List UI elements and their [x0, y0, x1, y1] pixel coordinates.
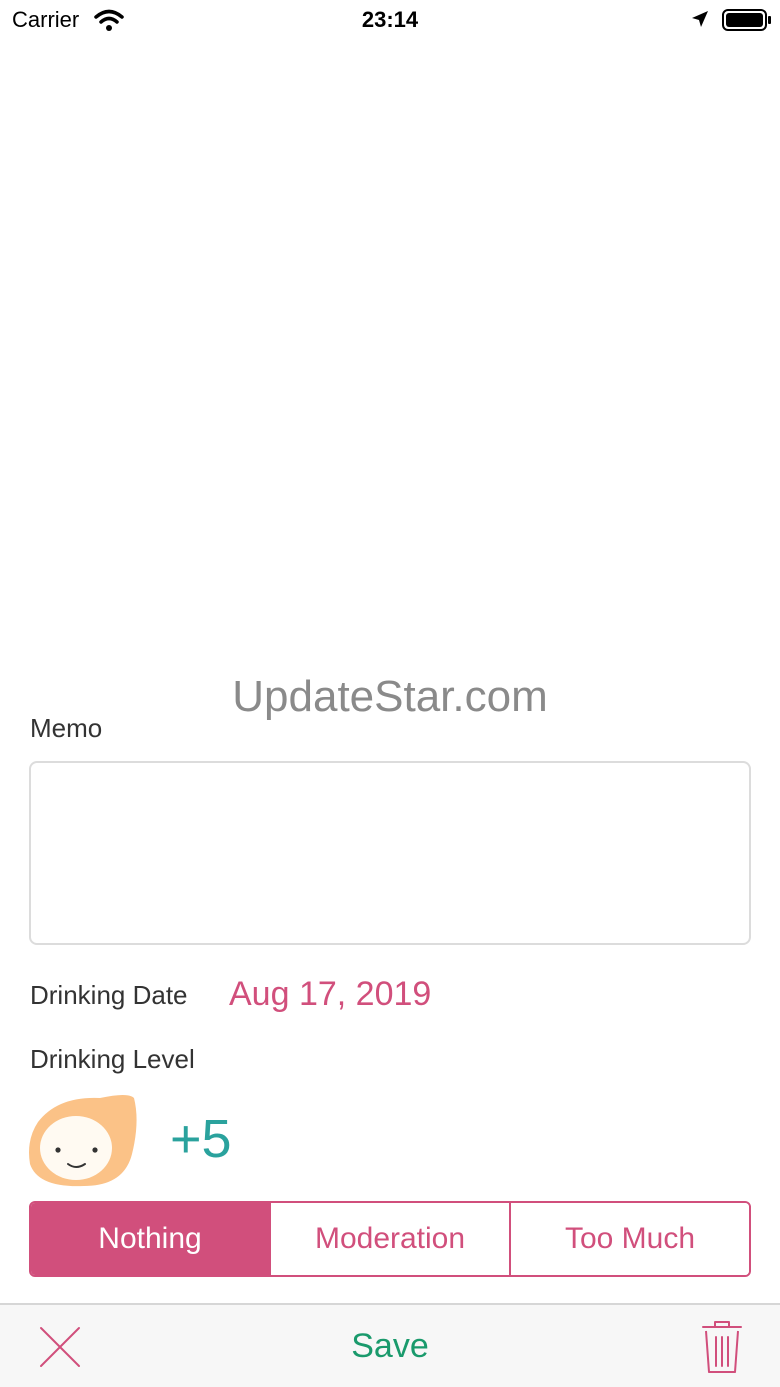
status-time: 23:14 [361, 7, 419, 32]
location-arrow-icon [692, 11, 708, 27]
save-button[interactable]: Save [351, 1327, 429, 1366]
screen: Carrier 23:14 UpdateStar.com Memo Drinki… [0, 0, 780, 1387]
drinking-score: +5 [170, 1109, 232, 1169]
drinking-level-label: Drinking Level [30, 1044, 195, 1074]
drinking-date-value[interactable]: Aug 17, 2019 [229, 975, 431, 1014]
memo-label: Memo [30, 713, 103, 743]
drinking-date-label: Drinking Date [30, 980, 188, 1010]
level-option-too-much[interactable]: Too Much [511, 1203, 749, 1275]
save-button-wrapper: Save [0, 1327, 780, 1366]
bottom-toolbar: Save [0, 1303, 780, 1387]
battery-icon [722, 9, 771, 31]
watermark: UpdateStar.com [232, 672, 548, 721]
level-option-moderation[interactable]: Moderation [271, 1203, 511, 1275]
drinking-level-selector: Nothing Moderation Too Much [29, 1201, 751, 1277]
status-bar: Carrier 23:14 [0, 0, 780, 40]
mascot-icon [29, 1095, 137, 1187]
memo-field[interactable] [29, 761, 751, 945]
trash-icon[interactable] [700, 1319, 744, 1375]
level-option-nothing[interactable]: Nothing [31, 1203, 271, 1275]
